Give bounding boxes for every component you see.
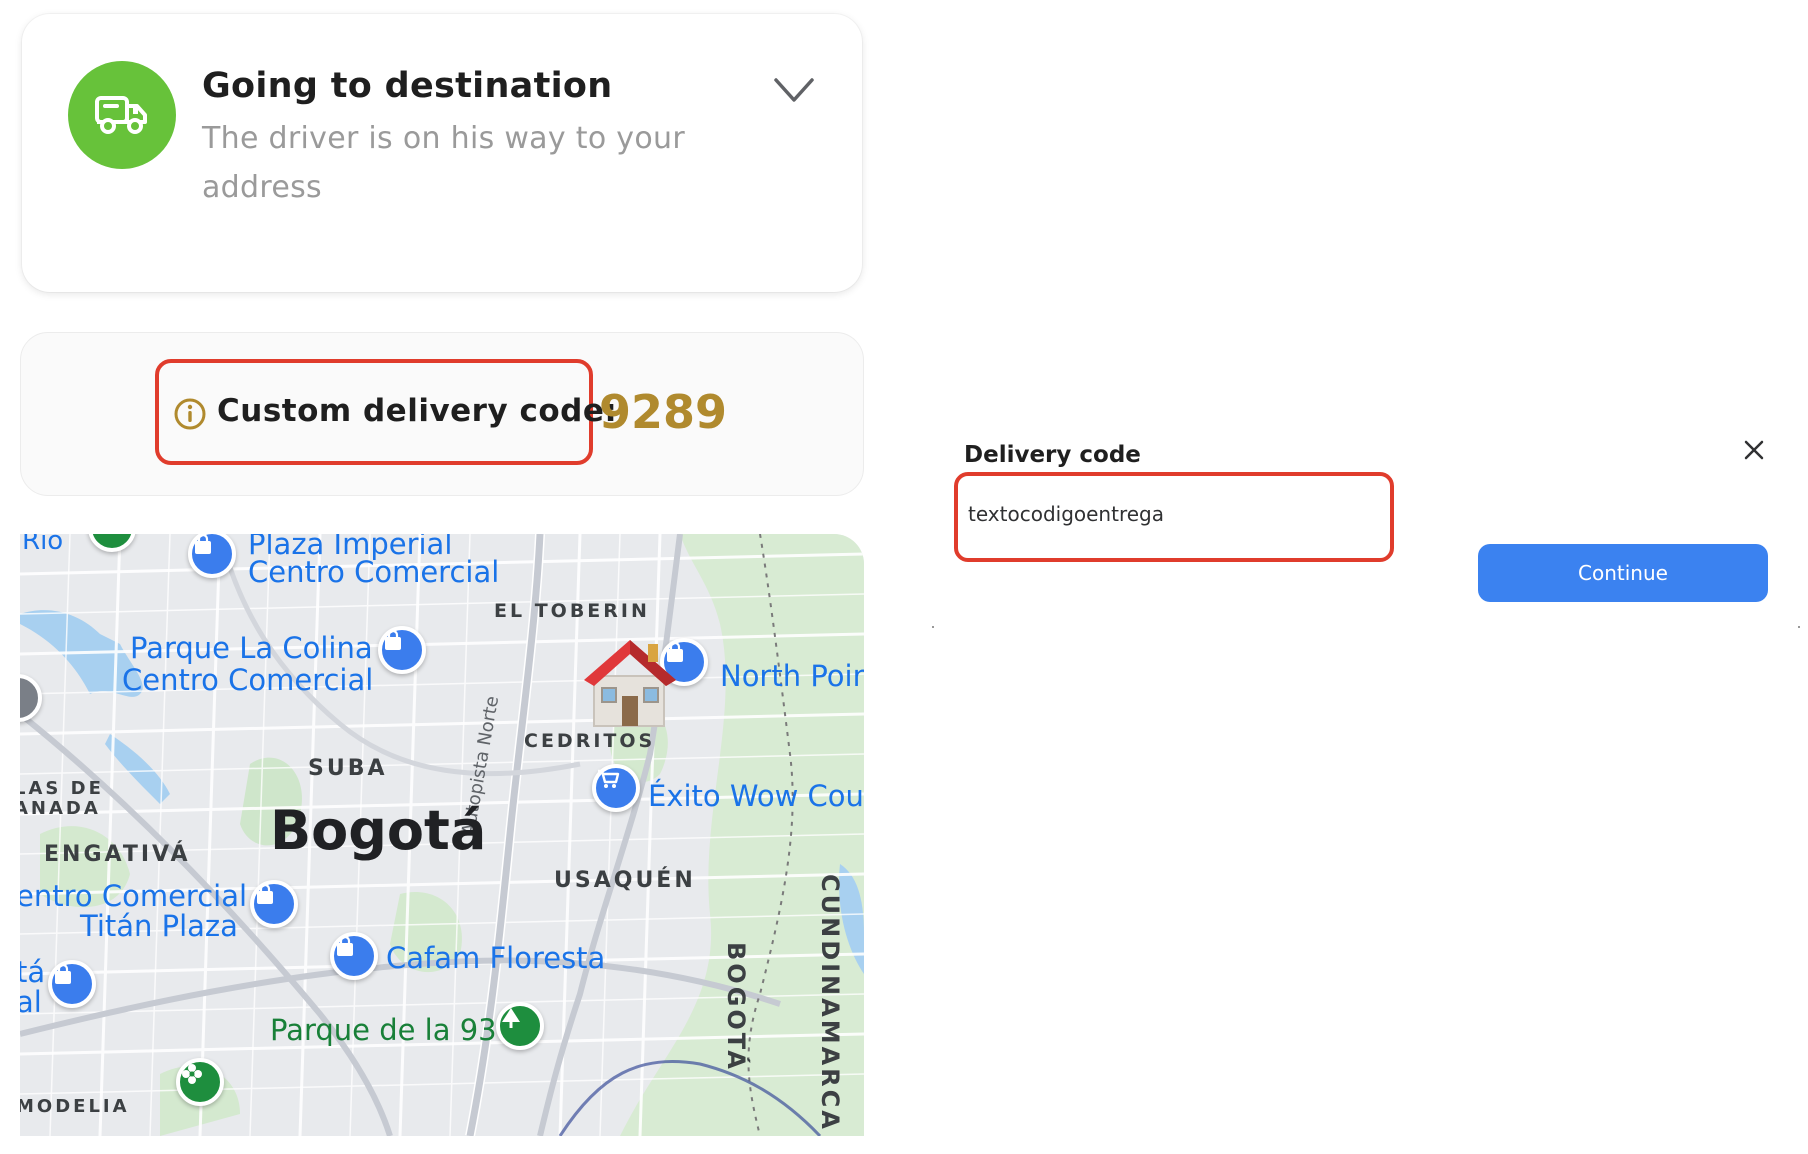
shopping-bag-pin-icon[interactable] [330,932,378,980]
map-label-north-point[interactable]: North Poin [720,662,864,691]
close-icon[interactable] [1740,436,1768,464]
map-label-bogota: Bogotá [270,799,487,862]
map-label-el-toberin: EL TOBERIN [494,600,650,622]
map-label-cafam[interactable]: Cafam Floresta [386,944,605,973]
divider-dot [1798,626,1800,628]
delivery-code-dialog-label: Delivery code [964,442,1141,468]
shopping-bag-pin-icon[interactable] [378,626,426,674]
shopping-bag-pin-icon[interactable] [48,960,96,1008]
map-label-ta: tá [20,955,46,989]
map-label-cundinamarca: CUNDINAMARCA [816,874,844,1132]
map-label-titan-cc[interactable]: entro Comercial [20,882,247,911]
map-label-rio: Río [22,534,64,556]
house-destination-icon[interactable] [578,634,682,730]
map-label-al: al [20,985,42,1019]
map-label-usaquen: USAQUÉN [554,868,696,893]
map-label-parque-colina[interactable]: Parque La Colina [130,634,373,663]
chevron-down-icon[interactable] [772,74,816,108]
map-label-anada: ANADA [20,798,101,819]
delivery-code-label: Custom delivery code: [217,393,618,429]
shopping-bag-pin-icon[interactable] [250,880,298,928]
map-label-bogota-vertical: BOGOTÁ [722,942,750,1072]
delivery-code-value: 9289 [599,385,728,439]
map-label-las-de: LAS DE [20,778,104,799]
map-label-plaza-imperial-cc[interactable]: Centro Comercial [248,558,499,587]
map-label-cedritos: CEDRITOS [524,730,656,752]
map-label-parque93[interactable]: Parque de la 93 [270,1016,497,1045]
park-tree-pin-icon[interactable] [496,1002,544,1050]
status-card: Going to destination The driver is on hi… [22,14,862,292]
map-label-modelia: MODELIA [20,1096,130,1117]
info-circle-icon [173,397,207,431]
map-view[interactable]: Río Plaza Imperial Centro Comercial EL T… [20,534,864,1136]
truck-icon [68,61,176,169]
delivery-code-input[interactable] [954,472,1394,562]
flower-pin-icon[interactable] [176,1058,224,1106]
map-label-titan-plaza[interactable]: Titán Plaza [80,912,238,941]
status-subtitle: The driver is on his way to your address [202,121,685,205]
divider-dot [932,626,934,628]
shopping-cart-pin-icon[interactable] [592,764,640,812]
map-label-engativa: ENGATIVÁ [44,842,191,867]
status-title: Going to destination [202,66,613,106]
delivery-code-card: Custom delivery code: 9289 [20,332,864,496]
continue-button[interactable]: Continue [1478,544,1768,602]
map-label-parque-colina-cc[interactable]: Centro Comercial [122,666,373,695]
map-label-exito[interactable]: Éxito Wow Cour [648,782,864,811]
map-label-suba: SUBA [308,756,388,781]
